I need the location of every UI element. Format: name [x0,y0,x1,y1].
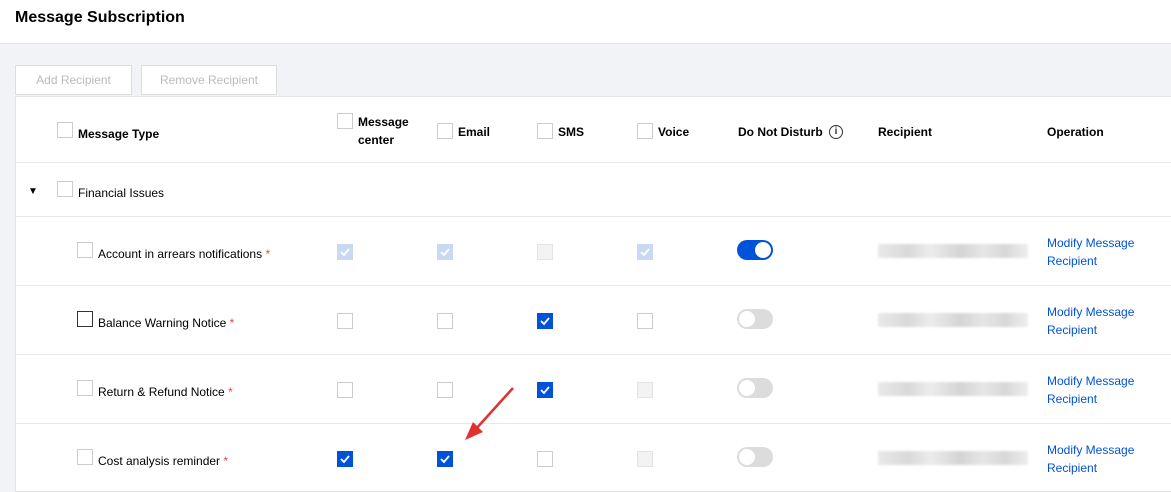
email-checkbox[interactable] [437,313,453,329]
message-type-label: Account in arrears notifications * [98,247,271,261]
modify-recipient-link[interactable]: Modify Message Recipient [1047,303,1147,339]
message-center-checkbox [337,244,353,260]
toggle-knob [739,449,755,465]
column-header-email: Email [458,125,491,139]
column-header-voice: Voice [658,125,690,139]
do-not-disturb-toggle[interactable] [737,378,773,398]
row-divider [16,216,1171,217]
do-not-disturb-toggle[interactable] [737,309,773,329]
recipient-blurred [878,451,1028,465]
do-not-disturb-toggle[interactable] [737,447,773,467]
sms-checkbox [537,244,553,260]
row-checkbox[interactable] [77,380,93,396]
caret-down-icon[interactable]: ▼ [28,186,38,197]
add-recipient-button[interactable]: Add Recipient [15,65,132,95]
remove-recipient-button[interactable]: Remove Recipient [141,65,277,95]
group-label: Financial Issues [78,186,165,200]
voice-checkbox[interactable] [637,313,653,329]
column-header-message-type: Message Type [78,127,160,141]
email-all-checkbox[interactable] [437,123,453,139]
message-center-checkbox[interactable] [337,451,353,467]
column-header-message-center-line1: Message [358,115,409,129]
toggle-knob [739,380,755,396]
annotation-arrow-icon [465,387,514,440]
message-center-all-checkbox[interactable] [337,113,353,129]
message-type-label: Cost analysis reminder * [98,454,229,468]
toggle-knob [755,242,771,258]
email-checkbox [437,244,453,260]
email-checkbox[interactable] [437,382,453,398]
modify-recipient-link[interactable]: Modify Message Recipient [1047,372,1147,408]
info-icon[interactable]: i [829,125,843,139]
sms-checkbox[interactable] [537,451,553,467]
row-divider [16,354,1171,355]
group-checkbox[interactable] [57,181,73,197]
page-title: Message Subscription [15,9,185,26]
column-header-operation: Operation [1047,125,1104,139]
column-header-sms: SMS [558,125,585,139]
sms-checkbox[interactable] [537,382,553,398]
column-header-recipient: Recipient [878,125,933,139]
voice-checkbox [637,382,653,398]
message-type-label: Return & Refund Notice * [98,385,233,399]
message-type-label: Balance Warning Notice * [98,316,235,330]
email-checkbox[interactable] [437,451,453,467]
select-all-checkbox[interactable] [57,122,73,138]
page-header: Message Subscription [0,0,1171,44]
row-divider [16,285,1171,286]
sms-checkbox[interactable] [537,313,553,329]
toggle-knob [739,311,755,327]
row-checkbox[interactable] [77,311,93,327]
voice-checkbox [637,451,653,467]
voice-all-checkbox[interactable] [637,123,653,139]
row-divider [16,162,1171,163]
recipient-blurred [878,382,1028,396]
column-header-do-not-disturb: Do Not Disturb [738,125,823,139]
recipient-blurred [878,313,1028,327]
message-center-checkbox[interactable] [337,313,353,329]
row-checkbox[interactable] [77,449,93,465]
message-center-checkbox[interactable] [337,382,353,398]
voice-checkbox [637,244,653,260]
sms-all-checkbox[interactable] [537,123,553,139]
do-not-disturb-toggle[interactable] [737,240,773,260]
modify-recipient-link[interactable]: Modify Message Recipient [1047,441,1147,477]
row-divider [16,423,1171,424]
modify-recipient-link[interactable]: Modify Message Recipient [1047,234,1147,270]
row-checkbox[interactable] [77,242,93,258]
column-header-message-center-line2: center [358,133,395,147]
recipient-blurred [878,244,1028,258]
subscription-table: Message Type Message center Email SMS Vo… [15,96,1171,492]
